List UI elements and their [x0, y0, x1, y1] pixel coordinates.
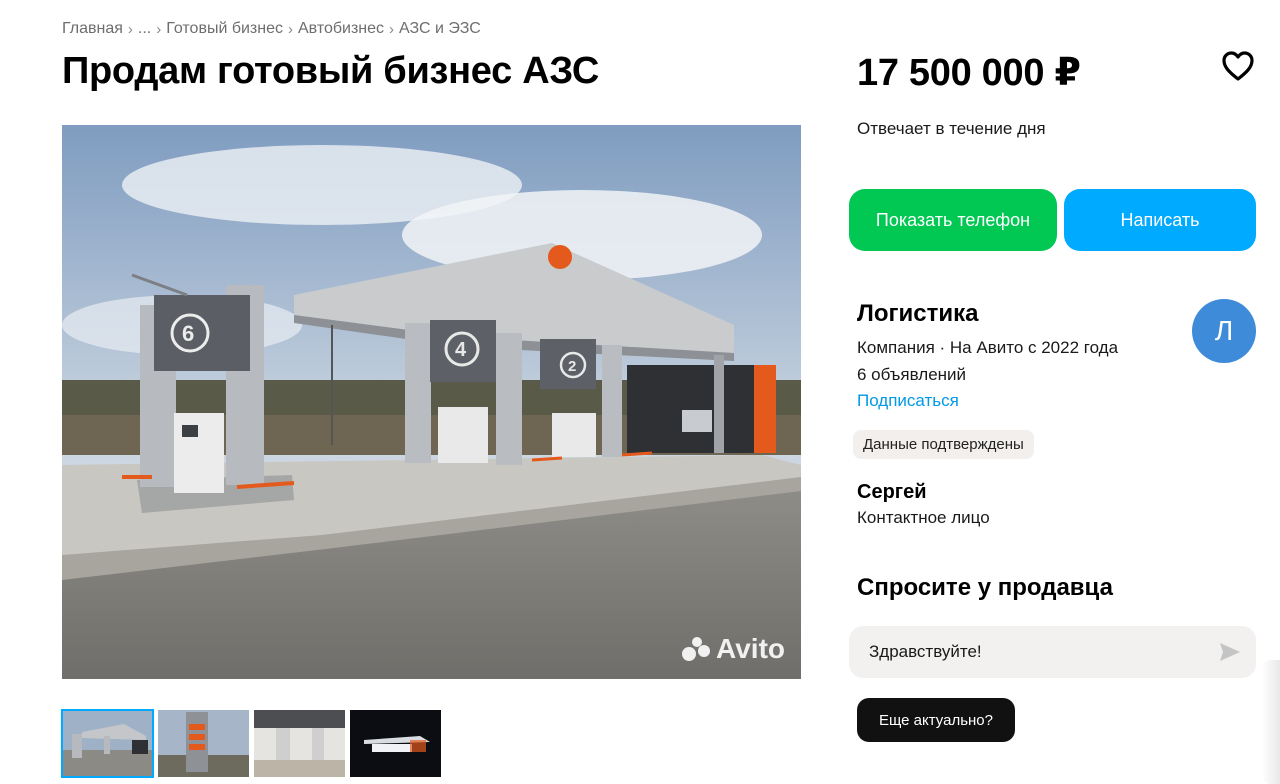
seller-listings-count[interactable]: 6 объявлений	[857, 365, 966, 385]
avito-watermark: Avito	[682, 633, 785, 665]
avatar[interactable]: Л	[1192, 299, 1256, 363]
thumbnail-4[interactable]	[350, 710, 441, 777]
photo-thumbnails	[61, 709, 446, 778]
breadcrumb-item-ready-business[interactable]: Готовый бизнес	[166, 20, 283, 38]
page-title: Продам готовый бизнес АЗС	[62, 50, 600, 92]
ask-seller-title: Спросите у продавца	[857, 574, 1113, 601]
breadcrumb-separator: ›	[127, 20, 133, 38]
contact-role: Контактное лицо	[857, 508, 990, 527]
ask-seller-box	[849, 626, 1256, 678]
breadcrumb-item-home[interactable]: Главная	[62, 20, 123, 38]
gas-station-photo: 4 2 6	[62, 125, 801, 679]
breadcrumb: Главная › ... › Готовый бизнес › Автобиз…	[62, 20, 481, 38]
show-phone-button[interactable]: Показать телефон	[849, 189, 1057, 251]
quick-reply-chip[interactable]: Еще актуально?	[857, 698, 1015, 742]
breadcrumb-separator: ›	[156, 20, 162, 38]
breadcrumb-separator: ›	[389, 20, 395, 38]
verified-badge: Данные подтверждены	[853, 430, 1034, 459]
response-time: Отвечает в течение дня	[857, 119, 1046, 138]
listing-price: 17 500 000 ₽	[857, 52, 1081, 94]
send-button[interactable]	[1218, 641, 1242, 663]
breadcrumb-separator: ›	[288, 20, 293, 38]
svg-text:2: 2	[568, 358, 576, 375]
message-input[interactable]	[869, 626, 1199, 678]
subscribe-link[interactable]: Подписаться	[857, 391, 959, 411]
contact-name: Сергей	[857, 481, 927, 503]
breadcrumb-item-auto-business[interactable]: Автобизнес	[298, 20, 384, 38]
breadcrumb-item-ellipsis[interactable]: ...	[138, 20, 151, 38]
svg-text:4: 4	[455, 339, 467, 361]
breadcrumb-item-gas-stations[interactable]: АЗС и ЭЗС	[399, 20, 481, 38]
thumbnail-3[interactable]	[254, 710, 345, 777]
main-photo[interactable]: 4 2 6 Avito	[62, 125, 801, 679]
favorite-button[interactable]	[1221, 50, 1255, 82]
thumbnail-1[interactable]	[61, 709, 154, 778]
page-scrollbar[interactable]	[1262, 660, 1280, 784]
avito-logo-icon	[682, 637, 712, 661]
seller-name[interactable]: Логистика	[857, 300, 978, 328]
write-message-button[interactable]: Написать	[1064, 189, 1256, 251]
svg-text:6: 6	[182, 321, 194, 346]
seller-meta: Компания · На Авито с 2022 года	[857, 338, 1119, 357]
watermark-text: Avito	[716, 633, 785, 664]
send-icon	[1220, 643, 1240, 661]
heart-icon	[1222, 51, 1254, 81]
thumbnail-2[interactable]	[158, 710, 249, 777]
